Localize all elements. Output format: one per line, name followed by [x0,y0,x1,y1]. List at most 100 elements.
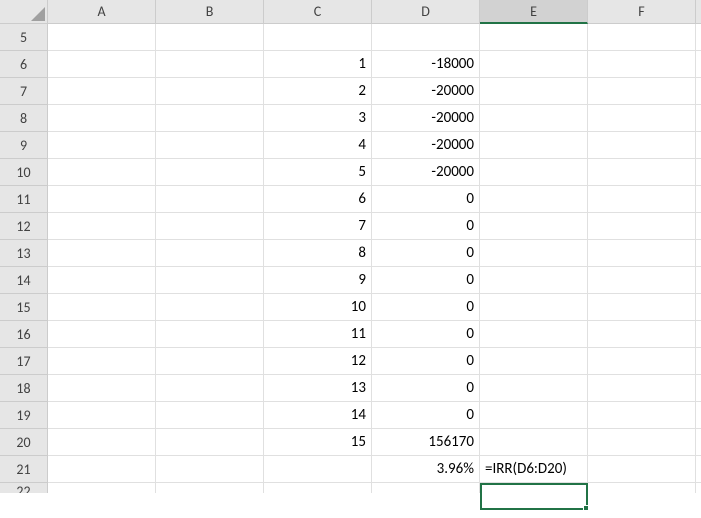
cell-C17[interactable]: 12 [264,348,372,375]
row-header-5[interactable]: 5 [0,24,48,51]
cell-F13[interactable] [588,240,696,267]
cell-E14[interactable] [480,267,588,294]
row-header-22[interactable]: 22 [0,483,48,493]
cell-E12[interactable] [480,213,588,240]
cell-F15[interactable] [588,294,696,321]
cell-A11[interactable] [48,186,156,213]
cell-C10[interactable]: 5 [264,159,372,186]
cell-E9[interactable] [480,132,588,159]
cell-E5[interactable] [480,24,588,51]
row-header-20[interactable]: 20 [0,429,48,456]
col-header-D[interactable]: D [372,0,480,24]
row-header-16[interactable]: 16 [0,321,48,348]
row-header-9[interactable]: 9 [0,132,48,159]
cell-C11[interactable]: 6 [264,186,372,213]
cell-C19[interactable]: 14 [264,402,372,429]
cell-D10[interactable]: -20000 [372,159,480,186]
cell-A16[interactable] [48,321,156,348]
cell-D21[interactable]: 3.96% [372,456,480,483]
cell-A18[interactable] [48,375,156,402]
cell-A5[interactable] [48,24,156,51]
cell-A22[interactable] [48,483,156,493]
cell-C21[interactable] [264,456,372,483]
cell-E22[interactable] [480,483,588,493]
cell-B12[interactable] [156,213,264,240]
row-header-14[interactable]: 14 [0,267,48,294]
cell-D12[interactable]: 0 [372,213,480,240]
cell-F19[interactable] [588,402,696,429]
cell-C13[interactable]: 8 [264,240,372,267]
cell-C7[interactable]: 2 [264,78,372,105]
row-header-10[interactable]: 10 [0,159,48,186]
cell-B22[interactable] [156,483,264,493]
cell-B21[interactable] [156,456,264,483]
cell-C16[interactable]: 11 [264,321,372,348]
cell-F16[interactable] [588,321,696,348]
cell-D13[interactable]: 0 [372,240,480,267]
cell-D18[interactable]: 0 [372,375,480,402]
cell-B18[interactable] [156,375,264,402]
cell-C6[interactable]: 1 [264,51,372,78]
cell-B16[interactable] [156,321,264,348]
cell-D9[interactable]: -20000 [372,132,480,159]
cell-E17[interactable] [480,348,588,375]
cell-F22[interactable] [588,483,696,493]
cell-E10[interactable] [480,159,588,186]
cell-B13[interactable] [156,240,264,267]
cell-D19[interactable]: 0 [372,402,480,429]
cell-F20[interactable] [588,429,696,456]
cell-D7[interactable]: -20000 [372,78,480,105]
cell-E19[interactable] [480,402,588,429]
cell-D17[interactable]: 0 [372,348,480,375]
cell-A15[interactable] [48,294,156,321]
cell-B8[interactable] [156,105,264,132]
cell-F7[interactable] [588,78,696,105]
row-header-21[interactable]: 21 [0,456,48,483]
cell-C8[interactable]: 3 [264,105,372,132]
cell-F17[interactable] [588,348,696,375]
cell-E8[interactable] [480,105,588,132]
row-header-18[interactable]: 18 [0,375,48,402]
cell-E13[interactable] [480,240,588,267]
cell-A19[interactable] [48,402,156,429]
cell-E7[interactable] [480,78,588,105]
row-header-12[interactable]: 12 [0,213,48,240]
cell-A14[interactable] [48,267,156,294]
cell-C9[interactable]: 4 [264,132,372,159]
cell-C20[interactable]: 15 [264,429,372,456]
cell-B20[interactable] [156,429,264,456]
cell-F8[interactable] [588,105,696,132]
cell-C15[interactable]: 10 [264,294,372,321]
row-header-11[interactable]: 11 [0,186,48,213]
cell-C22[interactable] [264,483,372,493]
cell-D16[interactable]: 0 [372,321,480,348]
cell-C18[interactable]: 13 [264,375,372,402]
select-all-corner[interactable] [0,0,48,24]
spreadsheet-grid[interactable]: A B C D E F 5 6 1 -18000 7 2 -20000 8 3 … [0,0,701,493]
cell-A8[interactable] [48,105,156,132]
cell-E15[interactable] [480,294,588,321]
cell-B15[interactable] [156,294,264,321]
cell-A10[interactable] [48,159,156,186]
cell-B7[interactable] [156,78,264,105]
cell-C14[interactable]: 9 [264,267,372,294]
cell-E16[interactable] [480,321,588,348]
cell-F12[interactable] [588,213,696,240]
cell-B17[interactable] [156,348,264,375]
col-header-A[interactable]: A [48,0,156,24]
col-header-C[interactable]: C [264,0,372,24]
cell-D22[interactable] [372,483,480,493]
cell-B9[interactable] [156,132,264,159]
cell-B10[interactable] [156,159,264,186]
cell-E6[interactable] [480,51,588,78]
cell-D6[interactable]: -18000 [372,51,480,78]
cell-C5[interactable] [264,24,372,51]
cell-E18[interactable] [480,375,588,402]
cell-D8[interactable]: -20000 [372,105,480,132]
cell-E11[interactable] [480,186,588,213]
cell-F10[interactable] [588,159,696,186]
cell-A17[interactable] [48,348,156,375]
cell-F11[interactable] [588,186,696,213]
cell-F6[interactable] [588,51,696,78]
row-header-15[interactable]: 15 [0,294,48,321]
